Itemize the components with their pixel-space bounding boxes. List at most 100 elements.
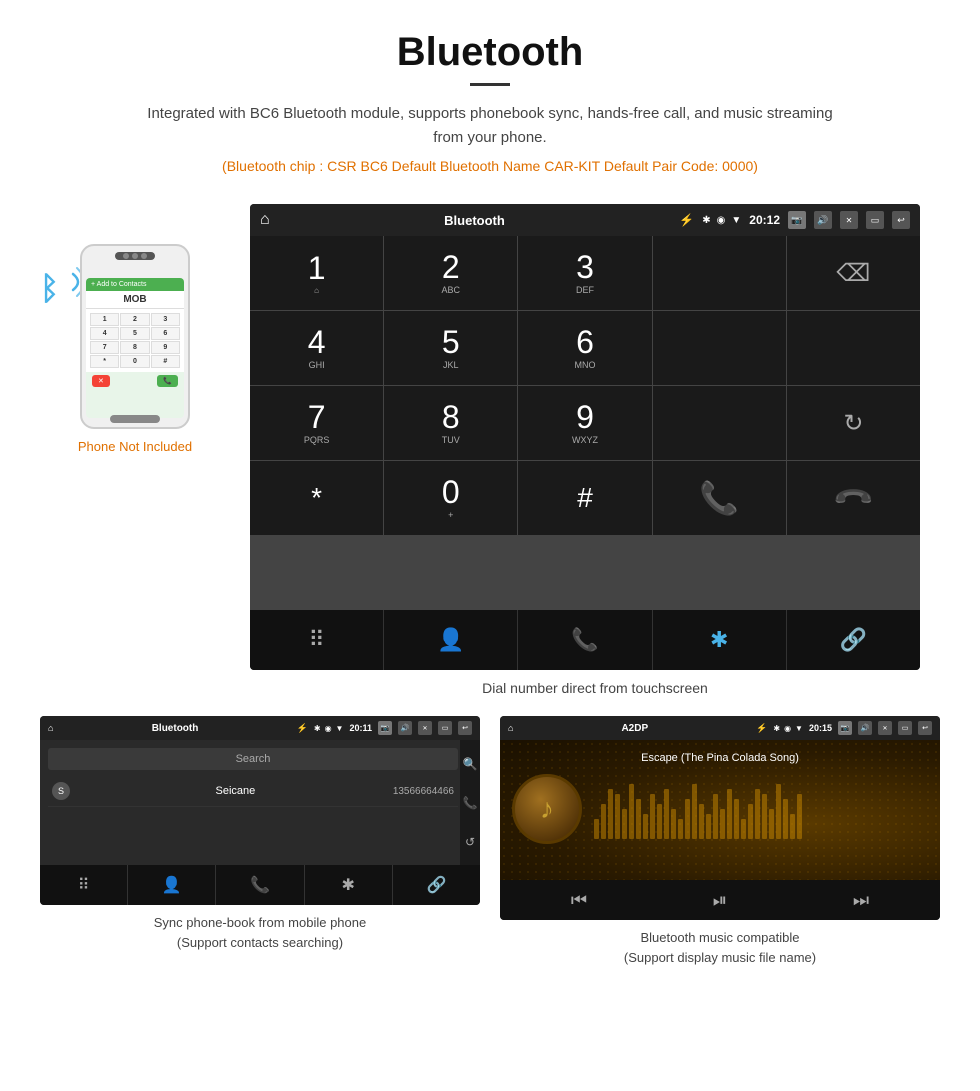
dial-empty-1 — [653, 236, 786, 310]
dial-key-7[interactable]: 7 PQRS — [250, 386, 383, 460]
toolbar-link-btn[interactable]: 🔗 — [787, 610, 920, 670]
pb-statusbar-icons: ✱◉▼ — [314, 724, 344, 733]
dial-key-5[interactable]: 5 JKL — [384, 311, 517, 385]
phonebook-statusbar: ⌂ Bluetooth ⚡ ✱◉▼ 20:11 📷 🔊 ✕ ▭ ↩ — [40, 716, 480, 740]
dial-call-red[interactable]: 📞 — [787, 461, 920, 535]
dial-key-2[interactable]: 2 ABC — [384, 236, 517, 310]
toolbar-call-btn[interactable]: 📞 — [518, 610, 652, 670]
music-statusbar: ⌂ A2DP ⚡ ✱◉▼ 20:15 📷 🔊 ✕ ▭ ↩ — [500, 716, 940, 740]
contact-name: Seicane — [78, 785, 393, 797]
dial-key-star[interactable]: * — [250, 461, 383, 535]
phonebook-toolbar: ⠿ 👤 📞 ✱ 🔗 — [40, 865, 480, 905]
volume-status-icon[interactable]: 🔊 — [814, 211, 832, 229]
music-bar — [783, 799, 788, 839]
dial-key-8[interactable]: 8 TUV — [384, 386, 517, 460]
music-song-title: Escape (The Pina Colada Song) — [641, 752, 799, 764]
toolbar-contacts-btn[interactable]: 👤 — [384, 610, 518, 670]
ms-x-icon[interactable]: ✕ — [878, 721, 892, 735]
music-controls: ⏮ ⏯ ⏭ — [500, 880, 940, 920]
contact-row[interactable]: S Seicane 13566664466 — [48, 776, 458, 807]
ms-window-icon[interactable]: ▭ — [898, 721, 912, 735]
phonebook-search[interactable]: Search — [48, 748, 458, 770]
car-toolbar: ⠿ 👤 📞 ✱ 🔗 — [250, 610, 920, 670]
dial-key-6[interactable]: 6 MNO — [518, 311, 651, 385]
contact-number: 13566664466 — [393, 786, 454, 797]
pb-call-btn[interactable]: 📞 — [216, 865, 304, 905]
next-button[interactable]: ⏭ — [853, 890, 869, 911]
music-bar — [622, 809, 627, 839]
dial-key-9[interactable]: 9 WXYZ — [518, 386, 651, 460]
pb-back-icon[interactable]: ↩ — [458, 721, 472, 735]
bottom-screenshots: ⌂ Bluetooth ⚡ ✱◉▼ 20:11 📷 🔊 ✕ ▭ ↩ Search… — [0, 696, 980, 997]
pb-home-icon[interactable]: ⌂ — [48, 723, 53, 733]
close-status-icon[interactable]: ✕ — [840, 211, 858, 229]
music-inner: Escape (The Pina Colada Song) ♪ — [500, 740, 940, 856]
music-bar — [706, 814, 711, 839]
ms-back-icon[interactable]: ↩ — [918, 721, 932, 735]
bluetooth-waves-icon: ᛒ — [35, 254, 85, 324]
pb-x-icon[interactable]: ✕ — [418, 721, 432, 735]
window-status-icon[interactable]: ▭ — [866, 211, 884, 229]
ms-volume-icon[interactable]: 🔊 — [858, 721, 872, 735]
ms-statusbar-time: 20:15 — [809, 723, 832, 733]
toolbar-bluetooth-btn[interactable]: ✱ — [653, 610, 787, 670]
home-icon[interactable]: ⌂ — [260, 211, 270, 229]
big-screen-section: ⌂ Bluetooth ⚡ ✱ ◉ ▼ 20:12 📷 🔊 ✕ ▭ ↩ — [250, 204, 940, 696]
music-bar — [664, 789, 669, 839]
play-pause-button[interactable]: ⏯ — [713, 890, 727, 911]
ms-usb-icon: ⚡ — [756, 723, 767, 734]
music-note-icon: ♪ — [540, 793, 554, 825]
back-status-icon[interactable]: ↩ — [892, 211, 910, 229]
dial-empty-2 — [653, 311, 786, 385]
pb-contacts-btn[interactable]: 👤 — [128, 865, 216, 905]
pb-window-icon[interactable]: ▭ — [438, 721, 452, 735]
statusbar-title: Bluetooth — [278, 213, 672, 228]
dial-reload[interactable]: ↻ — [787, 386, 920, 460]
bt-status-icon: ✱ — [702, 215, 710, 226]
ms-camera-icon[interactable]: 📷 — [838, 721, 852, 735]
phonebook-sidebar: 🔍 📞 ↺ — [460, 740, 480, 865]
camera-status-icon[interactable]: 📷 — [788, 211, 806, 229]
dial-key-3[interactable]: 3 DEF — [518, 236, 651, 310]
pb-volume-icon[interactable]: 🔊 — [398, 721, 412, 735]
music-bar — [713, 794, 718, 839]
ms-home-icon[interactable]: ⌂ — [508, 723, 513, 733]
dial-call-green[interactable]: 📞 — [653, 461, 786, 535]
title-divider — [470, 83, 510, 86]
dial-key-0[interactable]: 0 + — [384, 461, 517, 535]
reload-sidebar-icon[interactable]: ↺ — [465, 835, 475, 849]
phonebook-item: ⌂ Bluetooth ⚡ ✱◉▼ 20:11 📷 🔊 ✕ ▭ ↩ Search… — [40, 716, 480, 967]
usb-icon: ⚡ — [679, 213, 694, 227]
music-bar — [594, 819, 599, 839]
music-bar — [629, 784, 634, 839]
prev-button[interactable]: ⏮ — [571, 890, 587, 911]
phone-bottom-bar — [82, 415, 188, 423]
call-sidebar-icon[interactable]: 📞 — [463, 796, 478, 810]
pb-link-btn[interactable]: 🔗 — [393, 865, 480, 905]
music-bar — [720, 809, 725, 839]
dial-key-hash[interactable]: # — [518, 461, 651, 535]
dial-empty-3 — [787, 311, 920, 385]
contact-letter: S — [52, 782, 70, 800]
pb-camera-icon[interactable]: 📷 — [378, 721, 392, 735]
dial-key-1[interactable]: 1 ⌂ — [250, 236, 383, 310]
phone-body: + Add to Contacts MOB 123 456 789 *0# ✕ … — [80, 244, 190, 429]
music-bar — [678, 819, 683, 839]
statusbar-time: 20:12 — [749, 213, 780, 227]
pb-usb-icon: ⚡ — [297, 723, 308, 734]
toolbar-dialpad-btn[interactable]: ⠿ — [250, 610, 384, 670]
pb-dialpad-btn[interactable]: ⠿ — [40, 865, 128, 905]
music-content: Escape (The Pina Colada Song) ♪ — [500, 740, 940, 880]
main-content: ᛒ + Add to Contacts — [0, 204, 980, 696]
page-title: Bluetooth — [20, 30, 960, 75]
search-sidebar-icon[interactable]: 🔍 — [463, 757, 478, 771]
phone-keypad: 123 456 789 *0# — [86, 309, 184, 372]
music-bars — [594, 779, 928, 839]
music-bar — [748, 804, 753, 839]
dial-key-4[interactable]: 4 GHI — [250, 311, 383, 385]
music-bar — [741, 819, 746, 839]
phonebook-screen: ⌂ Bluetooth ⚡ ✱◉▼ 20:11 📷 🔊 ✕ ▭ ↩ Search… — [40, 716, 480, 905]
music-bar — [755, 789, 760, 839]
pb-bluetooth-btn[interactable]: ✱ — [305, 865, 393, 905]
dial-backspace[interactable]: ⌫ — [787, 236, 920, 310]
